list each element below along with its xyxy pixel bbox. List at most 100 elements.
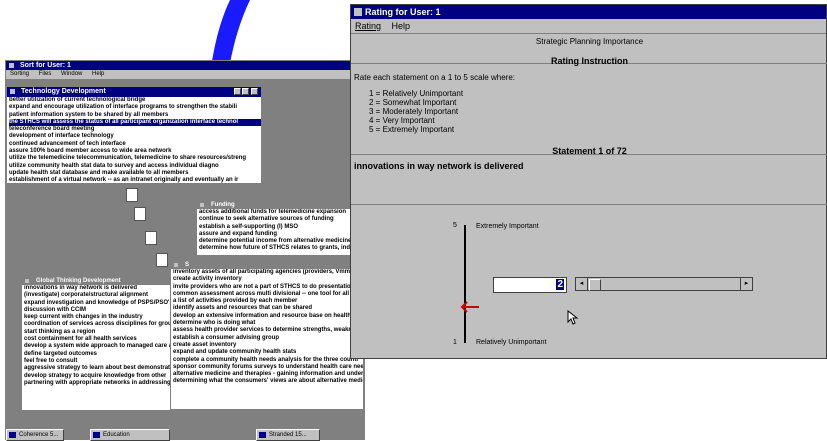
rating-slider[interactable]: ◂ ▸ [575, 277, 753, 291]
list-item[interactable]: develop strategy to acquire knowledge fr… [24, 373, 190, 380]
list-item[interactable]: keep current with changes in the industr… [24, 314, 190, 321]
list-item[interactable]: sponsor community forums surveys to unde… [173, 364, 363, 371]
list-item[interactable]: (investigate) corporate/structural align… [24, 292, 190, 299]
list-item[interactable]: utilize the telemedicine telecommunicati… [9, 155, 261, 162]
assets-window: S inventory assets of all participating … [170, 260, 364, 410]
list-item[interactable]: the STHCS will assess the status of all … [9, 118, 261, 127]
list-item[interactable]: develop an extensive information and res… [173, 313, 363, 320]
global-thinking-list[interactable]: innovations in way network is delivered(… [22, 285, 190, 410]
window-icon [9, 432, 16, 438]
window-menu-icon[interactable] [9, 63, 14, 68]
technology-list[interactable]: better utilization of current technologi… [7, 97, 261, 183]
assets-list[interactable]: inventory assets of all participating ag… [171, 269, 363, 409]
list-item[interactable]: teleconference board meeting [9, 126, 261, 133]
list-item[interactable]: expand investigation and knowledge of PS… [24, 300, 190, 307]
list-item[interactable]: assess health provider services to deter… [173, 327, 363, 334]
scale-bottom-label: Relatively Unimportant [476, 339, 547, 346]
list-item[interactable]: establishment of a virtual network -- as… [9, 177, 261, 183]
list-item[interactable]: assure 100% board member access to wide … [9, 148, 261, 155]
list-item[interactable]: utilize community health stat data to su… [9, 163, 261, 170]
list-item[interactable]: continue to seek alternative sources of … [199, 216, 363, 223]
list-item[interactable]: determining what the consumers' views ar… [173, 378, 363, 385]
technology-window-title: Technology Development [21, 88, 106, 95]
list-item[interactable]: identify assets and resources that can b… [173, 305, 363, 312]
slider-right-button[interactable]: ▸ [740, 278, 752, 290]
list-item[interactable]: feel free to consult [24, 358, 190, 365]
list-item[interactable]: determine who is doing what [173, 320, 363, 327]
list-item[interactable]: establish a self-supporting (I) MSO [199, 224, 363, 231]
list-item[interactable]: invite providers who are not a part of S… [173, 284, 363, 291]
list-item[interactable]: establish a consumer advising group [173, 335, 363, 342]
list-item[interactable]: better utilization of current technologi… [9, 97, 261, 104]
scale-item: 2 = Somewhat Important [369, 98, 457, 107]
window-menu-icon[interactable] [174, 263, 178, 267]
rating-window-title: Rating for User: 1 [365, 7, 441, 17]
list-item[interactable]: create asset inventory [173, 342, 363, 349]
page-icon[interactable] [145, 231, 157, 245]
scale-item: 3 = Moderately Important [369, 107, 459, 116]
page-icon[interactable] [126, 188, 138, 202]
statement-title: Statement 1 of 72 [552, 146, 627, 156]
window-menu-icon[interactable] [200, 203, 204, 207]
list-item[interactable]: common assessment across multi divisiona… [173, 291, 363, 298]
list-item[interactable]: expand and update community health stats [173, 349, 363, 356]
funding-window-title: Funding [211, 202, 235, 208]
close-button[interactable] [251, 88, 258, 95]
list-item[interactable]: innovations in way network is delivered [24, 285, 190, 292]
list-item[interactable]: discussion with CCIM [24, 307, 190, 314]
list-item[interactable]: cost containment for all health services [24, 336, 190, 343]
funding-list[interactable]: access additional funds for telemedicine… [197, 209, 363, 255]
list-item[interactable]: complete a community health needs analys… [173, 357, 363, 364]
list-item[interactable]: development of interface technology [9, 133, 261, 140]
list-item[interactable]: aggressive strategy to learn about best … [24, 365, 190, 372]
list-item[interactable]: inventory assets of all participating ag… [173, 269, 363, 276]
rating-value-input[interactable]: 2 [493, 277, 567, 293]
menu-help[interactable]: Help [392, 21, 411, 31]
maximize-button[interactable] [242, 88, 249, 95]
minimized-window-stranded[interactable]: Stranded 15... [256, 429, 320, 441]
sort-window-title: Sort for User: 1 [20, 62, 71, 69]
list-item[interactable]: determine how future of STHCS relates to… [199, 245, 363, 252]
rating-window-titlebar: Rating for User: 1 [351, 5, 826, 19]
technology-window: Technology Development better utilizatio… [6, 86, 262, 184]
list-item[interactable]: define targeted outcomes [24, 351, 190, 358]
list-item[interactable]: patient information system to be shared … [9, 112, 261, 119]
window-menu-icon[interactable] [25, 279, 29, 283]
menu-window[interactable]: Window [61, 71, 82, 77]
list-item[interactable]: coordination of services across discipli… [24, 321, 190, 328]
list-item[interactable]: assure and expand funding [199, 231, 363, 238]
menu-files[interactable]: Files [39, 71, 52, 77]
list-item[interactable]: start thinking as a region [24, 329, 190, 336]
list-item[interactable]: determine potential income from alternat… [199, 238, 363, 245]
rating-position-arrow-icon [460, 301, 479, 313]
menu-rating[interactable]: Rating [355, 21, 381, 31]
scale-bottom-number: 1 [453, 339, 457, 346]
list-item[interactable]: alternative medicine and therapies - gai… [173, 371, 363, 378]
list-item[interactable]: access additional funds for telemedicine… [199, 209, 363, 216]
rating-value: 2 [556, 279, 564, 290]
sort-window-titlebar: Sort for User: 1 [6, 61, 364, 70]
minimized-window-education[interactable]: Education [90, 429, 170, 441]
right-arrow-icon: ▸ [744, 280, 749, 287]
list-item[interactable]: a list of activities provided by each me… [173, 298, 363, 305]
funding-window: Funding access additional funds for tele… [196, 200, 364, 256]
slider-left-button[interactable]: ◂ [576, 278, 588, 290]
statement-text: innovations in way network is delivered [354, 161, 524, 171]
page-icon[interactable] [156, 253, 168, 267]
minimize-button[interactable] [234, 88, 241, 95]
list-item[interactable]: continued advancement of tech interface [9, 141, 261, 148]
scale-list: 1 = Relatively Unimportant 2 = Somewhat … [369, 89, 463, 134]
list-item[interactable]: partnering with appropriate networks in … [24, 380, 190, 387]
list-item[interactable]: develop a system wide approach to manage… [24, 343, 190, 350]
global-thinking-window: Global Thinking Development innovations … [21, 276, 191, 411]
page-icon[interactable] [134, 207, 146, 221]
list-item[interactable]: expand and encourage utilization of inte… [9, 104, 261, 111]
menu-sorting[interactable]: Sorting [10, 71, 29, 77]
menu-help[interactable]: Help [92, 71, 104, 77]
list-item[interactable]: update health stat database and make ava… [9, 170, 261, 177]
minimized-window-coherence[interactable]: Coherence 5... [6, 429, 64, 441]
window-menu-icon[interactable] [10, 89, 15, 94]
window-menu-icon[interactable] [354, 8, 362, 16]
list-item[interactable]: create activity inventory [173, 276, 363, 283]
slider-thumb[interactable] [589, 279, 601, 291]
